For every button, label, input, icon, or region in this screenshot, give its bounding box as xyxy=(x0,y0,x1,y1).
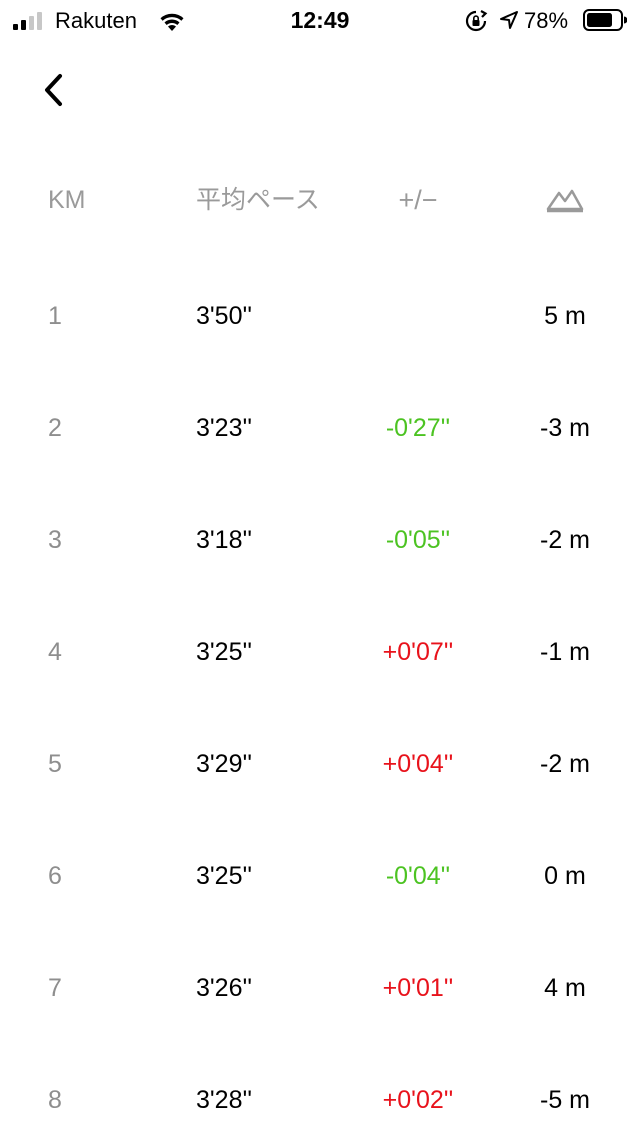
split-pace: 3'25'' xyxy=(196,862,253,890)
battery-icon xyxy=(583,9,627,31)
split-elevation: 4 m xyxy=(544,974,586,1002)
split-elevation: -2 m xyxy=(540,750,590,778)
chevron-left-icon xyxy=(45,74,62,106)
battery-percent: 78% xyxy=(524,8,569,33)
table-row: 3 3'18'' -0'05'' -2 m xyxy=(0,510,640,570)
split-pace: 3'26'' xyxy=(196,974,253,1002)
header-average-pace: 平均ペース xyxy=(196,186,320,214)
split-km: 2 xyxy=(48,414,62,442)
table-row: 8 3'28'' +0'02'' -5 m xyxy=(0,1070,640,1130)
split-difference: -0'27'' xyxy=(385,414,451,442)
split-km: 4 xyxy=(48,638,62,666)
split-pace: 3'50'' xyxy=(196,302,253,330)
table-row: 6 3'25'' -0'04'' 0 m xyxy=(0,846,640,906)
split-difference: -0'05'' xyxy=(385,526,451,554)
split-elevation: -5 m xyxy=(540,1086,590,1114)
split-km: 8 xyxy=(48,1086,62,1114)
split-km: 5 xyxy=(48,750,62,778)
split-pace: 3'23'' xyxy=(196,414,253,442)
split-elevation: -1 m xyxy=(540,638,590,666)
split-difference: +0'07'' xyxy=(382,638,454,666)
table-row: 5 3'29'' +0'04'' -2 m xyxy=(0,734,640,794)
split-pace: 3'18'' xyxy=(196,526,253,554)
split-elevation: 5 m xyxy=(544,302,586,330)
split-pace: 3'25'' xyxy=(196,638,253,666)
header-difference: +/− xyxy=(398,185,438,215)
header-km: KM xyxy=(48,186,86,214)
location-arrow-icon xyxy=(500,11,518,29)
split-km: 3 xyxy=(48,526,62,554)
table-row: 2 3'23'' -0'27'' -3 m xyxy=(0,398,640,458)
split-pace: 3'29'' xyxy=(196,750,253,778)
split-elevation: 0 m xyxy=(544,862,586,890)
split-elevation: -3 m xyxy=(540,414,590,442)
split-difference: +0'04'' xyxy=(382,750,454,778)
mountain-icon xyxy=(546,189,584,213)
table-row: 4 3'25'' +0'07'' -1 m xyxy=(0,622,640,682)
table-header: KM 平均ペース +/− xyxy=(0,170,640,230)
split-km: 1 xyxy=(48,302,62,330)
table-row: 1 3'50'' 5 m xyxy=(0,286,640,346)
split-difference: +0'01'' xyxy=(382,974,454,1002)
status-bar: Rakuten 12:49 78% xyxy=(0,0,640,40)
orientation-lock-icon xyxy=(465,10,488,32)
split-difference xyxy=(360,286,476,346)
split-difference: -0'04'' xyxy=(385,862,451,890)
split-pace: 3'28'' xyxy=(196,1086,253,1114)
split-difference: +0'02'' xyxy=(382,1086,454,1114)
split-km: 6 xyxy=(48,862,62,890)
split-km: 7 xyxy=(48,974,62,1002)
table-row: 7 3'26'' +0'01'' 4 m xyxy=(0,958,640,1018)
back-button[interactable] xyxy=(30,66,78,114)
split-elevation: -2 m xyxy=(540,526,590,554)
